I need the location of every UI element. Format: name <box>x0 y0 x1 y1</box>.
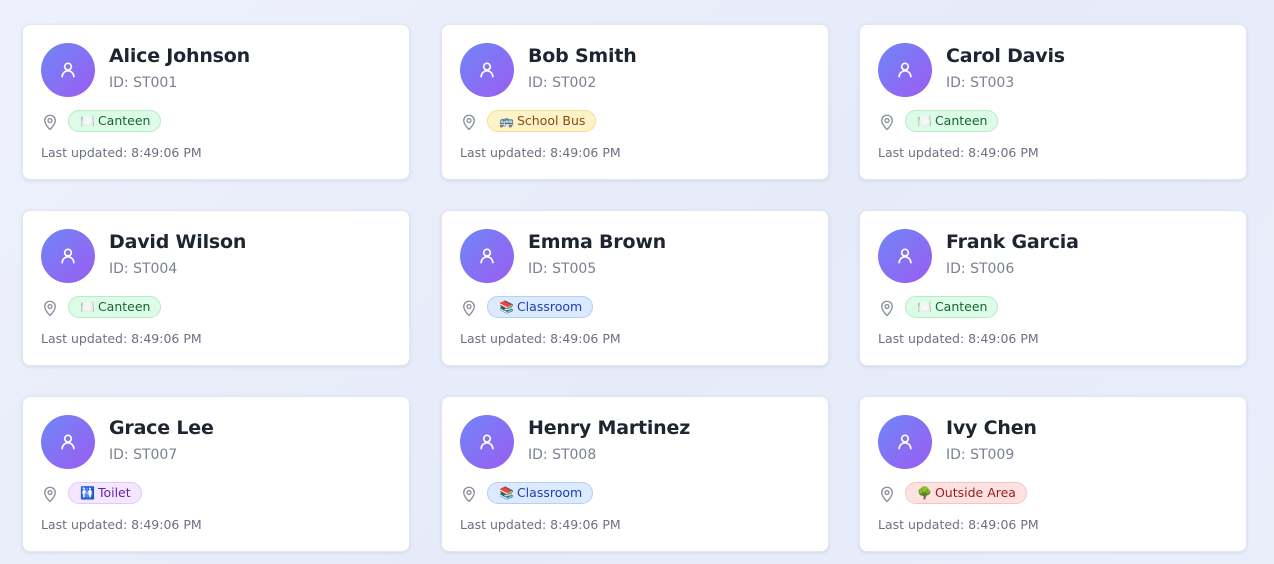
student-name: Henry Martinez <box>528 417 691 439</box>
student-name: Frank Garcia <box>946 231 1079 253</box>
map-pin-icon <box>881 114 893 131</box>
last-updated: Last updated: 8:49:06 PM <box>878 145 1039 160</box>
location-badge: 🍽️ Canteen <box>68 296 162 318</box>
student-id: ID: ST007 <box>109 447 178 463</box>
location-label: Toilet <box>97 485 131 500</box>
location-badge: 📚 Classroom <box>487 296 594 318</box>
student-card[interactable]: David Wilson ID: ST004 🍽️ Canteen Last up… <box>22 210 410 366</box>
tree-icon: 🌳 <box>917 486 932 500</box>
student-card[interactable]: Ivy Chen ID: ST009 🌳 Outside Area Last up… <box>859 396 1247 552</box>
map-pin-icon <box>463 114 475 131</box>
student-card[interactable]: Carol Davis ID: ST003 🍽️ Canteen Last upd… <box>859 24 1247 180</box>
student-name: Emma Brown <box>528 231 666 253</box>
map-pin-icon <box>463 486 475 503</box>
books-icon: 📚 <box>499 300 514 314</box>
student-id: ID: ST002 <box>528 75 597 91</box>
student-card[interactable]: Frank Garcia ID: ST006 🍽️ Canteen Last up… <box>859 210 1247 366</box>
canteen-icon: 🍽️ <box>917 114 932 128</box>
location-label: Classroom <box>516 485 583 500</box>
location-badge: 🚌 School Bus <box>487 110 597 132</box>
location-label: Canteen <box>934 299 988 314</box>
student-name: Bob Smith <box>528 45 637 67</box>
user-icon <box>460 415 514 469</box>
location-label: Canteen <box>97 299 151 314</box>
student-card[interactable]: Alice Johnson ID: ST001 🍽️ Canteen Last u… <box>22 24 410 180</box>
student-card[interactable]: Grace Lee ID: ST007 🚻 Toilet Last updated… <box>22 396 410 552</box>
last-updated: Last updated: 8:49:06 PM <box>878 517 1039 532</box>
student-id: ID: ST008 <box>528 447 597 463</box>
student-name: David Wilson <box>109 231 247 253</box>
location-badge: 📚 Classroom <box>487 482 594 504</box>
student-name: Carol Davis <box>946 45 1065 67</box>
bus-icon: 🚌 <box>499 114 514 128</box>
location-label: Outside Area <box>934 485 1016 500</box>
student-id: ID: ST003 <box>946 75 1015 91</box>
last-updated: Last updated: 8:49:06 PM <box>41 145 202 160</box>
student-name: Ivy Chen <box>946 417 1037 439</box>
books-icon: 📚 <box>499 486 514 500</box>
location-label: Canteen <box>97 113 151 128</box>
student-id: ID: ST005 <box>528 261 597 277</box>
last-updated: Last updated: 8:49:06 PM <box>41 517 202 532</box>
user-icon <box>878 229 932 283</box>
canteen-icon: 🍽️ <box>80 114 95 128</box>
student-card[interactable]: Emma Brown ID: ST005 📚 Classroom Last upd… <box>441 210 829 366</box>
map-pin-icon <box>881 300 893 317</box>
map-pin-icon <box>44 114 56 131</box>
user-icon <box>41 43 95 97</box>
canteen-icon: 🍽️ <box>80 300 95 314</box>
last-updated: Last updated: 8:49:06 PM <box>460 517 621 532</box>
location-label: Canteen <box>934 113 988 128</box>
student-id: ID: ST009 <box>946 447 1015 463</box>
map-pin-icon <box>44 486 56 503</box>
user-icon <box>41 415 95 469</box>
last-updated: Last updated: 8:49:06 PM <box>460 331 621 346</box>
location-badge: 🚻 Toilet <box>68 482 142 504</box>
map-pin-icon <box>463 300 475 317</box>
location-badge: 🍽️ Canteen <box>68 110 162 132</box>
location-badge: 🌳 Outside Area <box>905 482 1027 504</box>
user-icon <box>41 229 95 283</box>
map-pin-icon <box>881 486 893 503</box>
user-icon <box>460 43 514 97</box>
user-icon <box>878 415 932 469</box>
student-card[interactable]: Henry Martinez ID: ST008 📚 Classroom Last… <box>441 396 829 552</box>
student-card[interactable]: Bob Smith ID: ST002 🚌 School Bus Last upd… <box>441 24 829 180</box>
student-id: ID: ST004 <box>109 261 178 277</box>
location-label: School Bus <box>516 113 586 128</box>
map-pin-icon <box>44 300 56 317</box>
last-updated: Last updated: 8:49:06 PM <box>460 145 621 160</box>
restroom-icon: 🚻 <box>80 486 95 500</box>
user-icon <box>460 229 514 283</box>
student-name: Alice Johnson <box>109 45 250 67</box>
student-id: ID: ST001 <box>109 75 178 91</box>
student-name: Grace Lee <box>109 417 214 439</box>
canteen-icon: 🍽️ <box>917 300 932 314</box>
location-badge: 🍽️ Canteen <box>905 110 999 132</box>
user-icon <box>878 43 932 97</box>
location-label: Classroom <box>516 299 583 314</box>
student-id: ID: ST006 <box>946 261 1015 277</box>
student-grid: Alice Johnson ID: ST001 🍽️ Canteen Last u… <box>0 0 1274 564</box>
last-updated: Last updated: 8:49:06 PM <box>41 331 202 346</box>
location-badge: 🍽️ Canteen <box>905 296 999 318</box>
last-updated: Last updated: 8:49:06 PM <box>878 331 1039 346</box>
